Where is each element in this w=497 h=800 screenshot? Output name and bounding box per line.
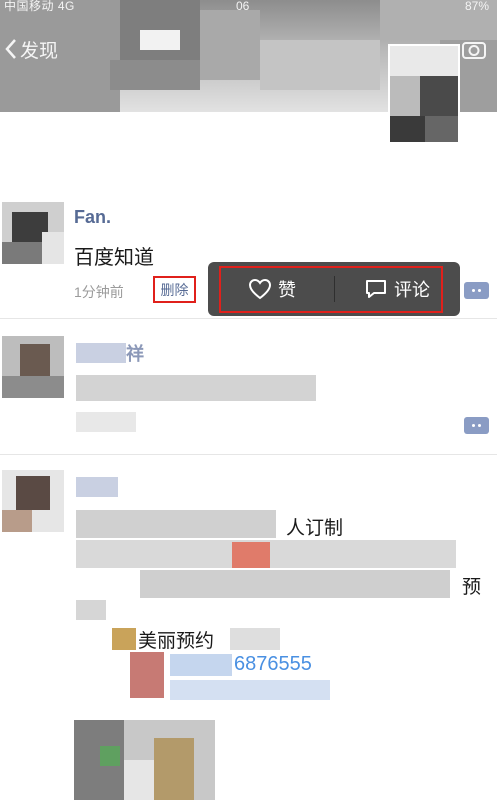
post-divider [0, 454, 497, 455]
user-cover-avatar[interactable] [388, 44, 460, 144]
comment-bubble-icon [366, 280, 386, 298]
more-dot [478, 424, 481, 427]
like-button[interactable]: 赞 [248, 262, 296, 316]
avatar-pixel [390, 76, 420, 116]
avatar-pixel [2, 376, 64, 398]
post-time: 1分钟前 [74, 284, 124, 300]
clock-label: 06 [236, 0, 250, 13]
phone-link[interactable]: 6876555 [234, 653, 312, 676]
avatar-pixel [2, 242, 42, 264]
blurred-author-name[interactable] [76, 343, 126, 363]
delete-label: 删除 [160, 281, 189, 298]
blurred-author-name[interactable] [76, 477, 118, 497]
like-label: 赞 [278, 280, 296, 300]
back-label: 发现 [20, 40, 59, 62]
delete-button[interactable]: 删除 [153, 276, 196, 303]
blurred-text [230, 628, 280, 650]
chevron-left-icon [5, 39, 16, 59]
post-avatar[interactable] [2, 336, 64, 398]
camera-button[interactable] [461, 38, 487, 60]
avatar-pixel [390, 116, 425, 142]
post-avatar[interactable] [2, 202, 64, 264]
avatar-pixel [420, 76, 458, 116]
post-author-name-partial[interactable]: 祥 [126, 340, 144, 366]
post-image-thumbnail[interactable] [74, 720, 215, 800]
avatar-pixel [2, 510, 32, 532]
avatar-pixel [425, 116, 458, 142]
avatar-pixel [20, 344, 50, 380]
blurred-emoji [232, 542, 270, 568]
post-text-fragment: 人订制 [286, 518, 344, 539]
post-text-fragment: 预 [462, 577, 482, 598]
more-options-button[interactable] [464, 282, 489, 299]
avatar-pixel [390, 46, 458, 76]
post-author-name[interactable]: Fan. [74, 207, 111, 228]
post-text: 百度知道 [74, 247, 154, 269]
blurred-text [76, 510, 276, 538]
post-avatar[interactable] [2, 470, 64, 532]
post-divider [0, 318, 497, 319]
cover-pixel [260, 40, 380, 90]
cover-pixel [140, 30, 180, 50]
cover-pixel [110, 60, 200, 90]
action-divider [334, 276, 335, 302]
post-text-fragment: 美丽预约 [138, 631, 215, 652]
trumpet-icon [112, 628, 136, 650]
avatar-pixel [16, 476, 50, 510]
status-bar: 中国移动 4G 06 87% [0, 0, 497, 16]
blurred-link[interactable] [170, 680, 330, 700]
back-button[interactable]: 发现 [4, 34, 58, 64]
more-dot [478, 289, 481, 292]
more-dot [472, 424, 475, 427]
more-options-button[interactable] [464, 417, 489, 434]
blurred-time [76, 412, 136, 432]
battery-label: 87% [464, 0, 489, 13]
blurred-link [170, 654, 232, 676]
comment-button[interactable]: 评论 [364, 262, 430, 316]
thumb-pixel [154, 738, 194, 800]
cover-pixel [200, 10, 260, 80]
more-dot [472, 289, 475, 292]
avatar-pixel [42, 232, 64, 264]
blurred-text [140, 570, 450, 598]
camera-icon [462, 42, 486, 59]
heart-icon [248, 278, 272, 300]
blurred-text [76, 375, 316, 401]
carrier-label: 中国移动 4G [4, 0, 75, 13]
thumb-pixel [100, 746, 120, 766]
blurred-text [76, 600, 106, 620]
comment-label: 评论 [394, 280, 430, 300]
thumb-pixel [124, 760, 154, 800]
blurred-phone-icon [130, 652, 164, 698]
